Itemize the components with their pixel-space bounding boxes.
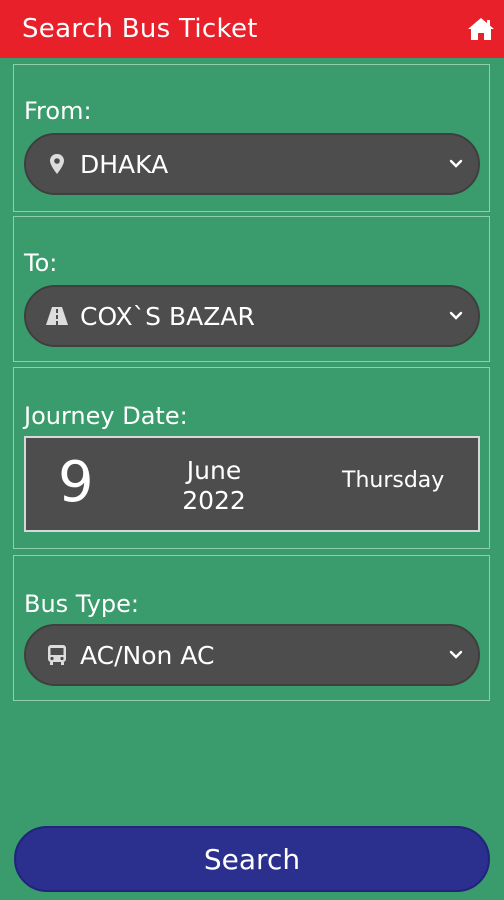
road-icon: [44, 303, 70, 329]
from-section: From: DHAKA: [13, 64, 490, 212]
bus-type-section: Bus Type: AC/Non AC: [13, 555, 490, 701]
bus-type-value: AC/Non AC: [80, 640, 215, 670]
to-label: To:: [24, 249, 58, 277]
date-picker[interactable]: 9 June 2022 Thursday: [24, 436, 480, 532]
to-select[interactable]: COX`S BAZAR: [24, 285, 480, 347]
chevron-down-icon: [446, 645, 466, 665]
map-pin-icon: [44, 151, 70, 177]
search-button[interactable]: Search: [14, 826, 490, 892]
journey-date-label: Journey Date:: [24, 402, 188, 430]
date-weekday: Thursday: [342, 468, 445, 493]
chevron-down-icon: [446, 306, 466, 326]
date-day: 9: [58, 450, 94, 515]
from-select[interactable]: DHAKA: [24, 133, 480, 195]
bus-type-label: Bus Type:: [24, 590, 140, 618]
bus-type-select[interactable]: AC/Non AC: [24, 624, 480, 686]
chevron-down-icon: [446, 154, 466, 174]
journey-date-section: Journey Date: 9 June 2022 Thursday: [13, 367, 490, 549]
to-section: To: COX`S BAZAR: [13, 216, 490, 362]
from-value: DHAKA: [80, 149, 169, 179]
date-month: June: [186, 456, 242, 485]
page-title: Search Bus Ticket: [22, 14, 258, 44]
bus-icon: [44, 642, 70, 668]
app-header: Search Bus Ticket: [0, 0, 504, 58]
to-value: COX`S BAZAR: [80, 301, 255, 331]
date-year: 2022: [182, 486, 246, 515]
home-icon[interactable]: [466, 16, 496, 42]
from-label: From:: [24, 97, 92, 125]
